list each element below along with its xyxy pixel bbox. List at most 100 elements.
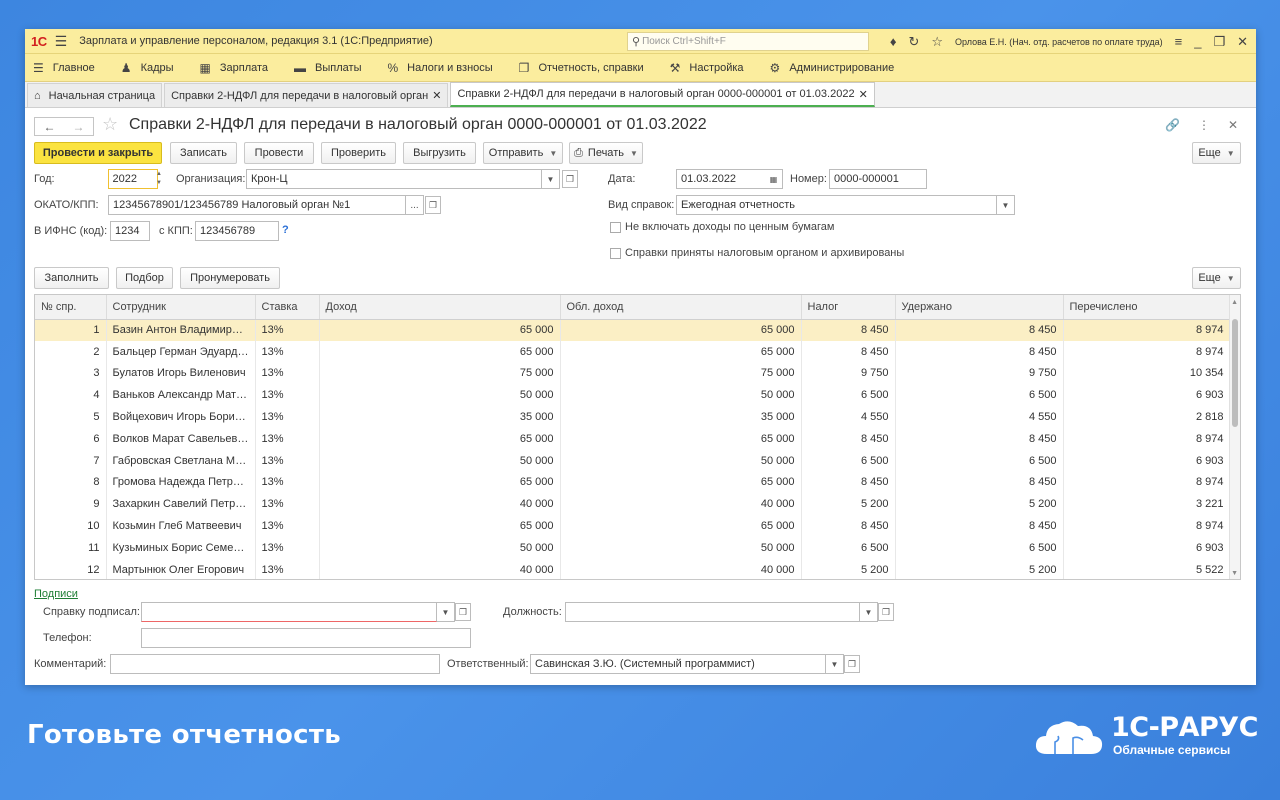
- table-cell[interactable]: 7: [35, 449, 107, 472]
- table-cell[interactable]: 8 450: [895, 515, 1064, 537]
- position-field[interactable]: [565, 602, 860, 622]
- archived-checkbox[interactable]: [610, 248, 621, 259]
- table-row[interactable]: 8 Громова Надежда Петровна 13% 65 000 65 000…: [35, 471, 1231, 494]
- table-more-button[interactable]: Еще ▼: [1192, 267, 1241, 289]
- signed-open-icon[interactable]: ❐: [455, 603, 471, 621]
- table-cell[interactable]: 8 450: [801, 340, 896, 363]
- table-cell[interactable]: 8 974: [1063, 515, 1231, 537]
- table-cell[interactable]: 5 200: [801, 493, 896, 516]
- table-cell[interactable]: 65 000: [319, 427, 561, 450]
- table-cell[interactable]: 6 903: [1063, 536, 1231, 559]
- help-icon[interactable]: ?: [282, 224, 289, 236]
- table-cell[interactable]: 8 974: [1063, 319, 1231, 341]
- tab-home[interactable]: ⌂ Начальная страница: [27, 83, 163, 107]
- table-cell[interactable]: 5 200: [895, 493, 1064, 516]
- export-button[interactable]: Выгрузить: [403, 142, 476, 164]
- number-field[interactable]: 0000-000001: [829, 169, 927, 189]
- table-cell[interactable]: 8 450: [895, 427, 1064, 450]
- close-tab-icon[interactable]: ✕: [432, 89, 441, 102]
- table-cell[interactable]: 3: [35, 362, 107, 385]
- history-icon[interactable]: ↻: [908, 34, 919, 50]
- table-cell[interactable]: 8 450: [801, 319, 896, 341]
- table-cell[interactable]: 6 903: [1063, 384, 1231, 407]
- calendar-icon[interactable]: ▦: [765, 169, 783, 189]
- table-cell[interactable]: 10: [35, 515, 107, 537]
- table-row[interactable]: 1 Базин Антон Владимирович 13% 65 000 65 000…: [35, 319, 1231, 341]
- table-cell[interactable]: 50 000: [319, 536, 561, 559]
- table-cell[interactable]: 13%: [255, 493, 320, 516]
- table-cell[interactable]: 13%: [255, 384, 320, 407]
- table-cell[interactable]: 8 450: [895, 319, 1064, 341]
- table-cell[interactable]: 13%: [255, 515, 320, 537]
- favorite-star-icon[interactable]: ☆: [102, 114, 118, 135]
- table-cell[interactable]: 13%: [255, 536, 320, 559]
- table-cell[interactable]: 35 000: [319, 406, 561, 428]
- table-cell[interactable]: 10 354: [1063, 362, 1231, 385]
- table-cell[interactable]: Козьмин Глеб Матвеевич: [106, 515, 256, 537]
- okato-select-button[interactable]: ...: [406, 195, 424, 215]
- more-vertical-icon[interactable]: ⋮: [1198, 118, 1210, 132]
- signed-dropdown[interactable]: ▼: [437, 602, 455, 622]
- table-row[interactable]: 9 Захаркин Савелий Петрович 13% 40 000 40 00…: [35, 493, 1231, 516]
- table-cell[interactable]: 12: [35, 558, 107, 579]
- table-cell[interactable]: 4 550: [895, 406, 1064, 428]
- save-button[interactable]: Записать: [170, 142, 237, 164]
- table-row[interactable]: 3 Булатов Игорь Виленович 13% 75 000 75 000 9…: [35, 362, 1231, 385]
- table-cell[interactable]: Габровская Светлана Марковна: [106, 449, 256, 472]
- table-cell[interactable]: 65 000: [560, 340, 802, 363]
- table-row[interactable]: 2 Бальцер Герман Эдуардович 13% 65 000 65 00…: [35, 340, 1231, 363]
- table-row[interactable]: 7Габровская Светлана Марковна13%50 00050…: [35, 449, 1231, 472]
- table-cell[interactable]: 8: [35, 471, 107, 494]
- table-row[interactable]: 6 Волков Марат Савельевич 13% 65 000 65 000 8…: [35, 427, 1231, 450]
- close-tab-icon[interactable]: ✕: [859, 88, 868, 101]
- table-cell[interactable]: 4: [35, 384, 107, 407]
- table-cell[interactable]: Кузьминых Борис Семенович: [106, 536, 256, 559]
- close-window-icon[interactable]: ✕: [1237, 34, 1248, 50]
- table-cell[interactable]: Бальцер Герман Эдуардович: [106, 340, 256, 363]
- table-cell[interactable]: Волков Марат Савельевич: [106, 427, 256, 450]
- okato-open-icon[interactable]: ❐: [425, 196, 441, 214]
- table-cell[interactable]: 11: [35, 536, 107, 559]
- okato-field[interactable]: 12345678901/123456789 Налоговый орган №1: [108, 195, 406, 215]
- bell-icon[interactable]: ♦: [890, 34, 897, 49]
- scroll-down-icon[interactable]: ▼: [1231, 570, 1238, 577]
- table-cell[interactable]: 5: [35, 406, 107, 428]
- table-cell[interactable]: 13%: [255, 406, 320, 428]
- menu-payments[interactable]: ▬ Выплаты: [294, 61, 361, 75]
- table-cell[interactable]: 6 500: [895, 449, 1064, 472]
- menu-admin[interactable]: ⚙ Администрирование: [770, 61, 895, 75]
- col-rate[interactable]: Ставка: [255, 295, 320, 320]
- table-cell[interactable]: 13%: [255, 471, 320, 494]
- table-cell[interactable]: 8 974: [1063, 427, 1231, 450]
- responsible-open-icon[interactable]: ❐: [844, 655, 860, 673]
- tab-2ndfl-list[interactable]: Справки 2-НДФЛ для передачи в налоговый …: [164, 83, 449, 107]
- date-field[interactable]: 01.03.2022: [676, 169, 766, 189]
- col-employee[interactable]: Сотрудник: [106, 295, 256, 320]
- table-cell[interactable]: Захаркин Савелий Петрович: [106, 493, 256, 516]
- table-cell[interactable]: 40 000: [319, 493, 561, 516]
- hamburger-icon[interactable]: ☰: [55, 33, 68, 50]
- back-arrow-icon[interactable]: ←: [44, 120, 56, 134]
- table-cell[interactable]: 13%: [255, 362, 320, 385]
- table-cell[interactable]: 50 000: [319, 449, 561, 472]
- position-open-icon[interactable]: ❐: [878, 603, 894, 621]
- menu-taxes[interactable]: % Налоги и взносы: [388, 61, 493, 75]
- table-cell[interactable]: 65 000: [560, 319, 802, 341]
- table-row[interactable]: 5 Войцехович Игорь Борисович 13% 35 000 35 0…: [35, 406, 1231, 428]
- table-cell[interactable]: 9: [35, 493, 107, 516]
- kpp-field[interactable]: 123456789: [195, 221, 279, 241]
- table-row[interactable]: 12 Мартынюк Олег Егорович 13% 40 000 40 000 5…: [35, 558, 1231, 579]
- table-cell[interactable]: 40 000: [319, 558, 561, 579]
- table-cell[interactable]: 6 500: [801, 536, 896, 559]
- table-cell[interactable]: 13%: [255, 558, 320, 579]
- table-cell[interactable]: 5 200: [801, 558, 896, 579]
- check-button[interactable]: Проверить: [321, 142, 396, 164]
- table-cell[interactable]: 65 000: [319, 471, 561, 494]
- table-cell[interactable]: Мартынюк Олег Егорович: [106, 558, 256, 579]
- menu-personnel[interactable]: ♟ Кадры: [121, 61, 174, 75]
- send-button[interactable]: Отправить ▼: [483, 142, 563, 164]
- table-cell[interactable]: 6: [35, 427, 107, 450]
- table-cell[interactable]: 4 550: [801, 406, 896, 428]
- table-cell[interactable]: 9 750: [895, 362, 1064, 385]
- table-cell[interactable]: 50 000: [560, 449, 802, 472]
